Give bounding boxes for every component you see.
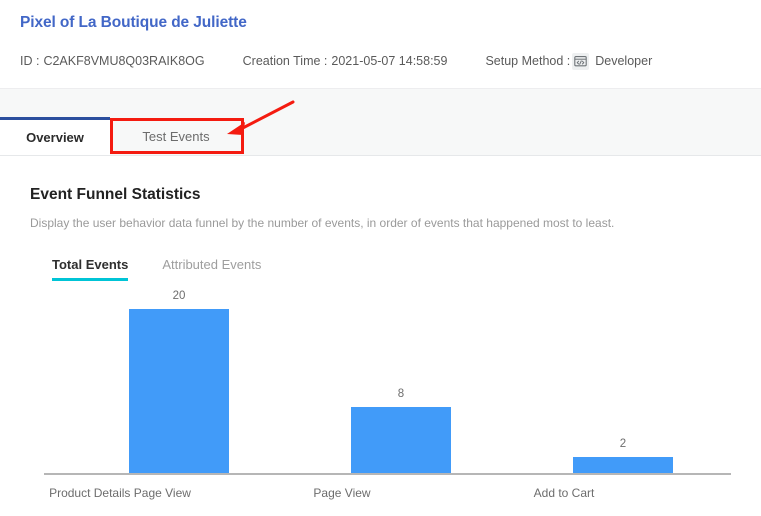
metadata-setup-method: Setup Method : Developer (485, 52, 652, 70)
bar-group-0: 20 (104, 290, 254, 473)
x-axis-label-0: Product Details Page View (49, 486, 191, 500)
tab-test-events[interactable]: Test Events (110, 117, 242, 155)
bar-2[interactable] (573, 457, 673, 473)
bar-0[interactable] (129, 309, 229, 473)
main-content: Event Funnel Statistics Display the user… (0, 157, 761, 516)
bar-1[interactable] (351, 407, 451, 473)
pixel-metadata-row: ID : C2AKF8VMU8Q03RAIK8OG Creation Time … (20, 52, 761, 70)
bar-value-1: 8 (397, 388, 405, 400)
metadata-creation-time: Creation Time : 2021-05-07 14:58:59 (243, 52, 448, 70)
metadata-setup-method-label: Setup Method : (485, 54, 571, 68)
metadata-creation-time-label: Creation Time : (242, 54, 328, 68)
chart-x-axis-line (44, 473, 731, 475)
metadata-id-label: ID : (20, 54, 40, 68)
metadata-setup-method-value: Developer (595, 54, 653, 68)
tab-bar: Overview Test Events (0, 88, 761, 156)
tab-overview[interactable]: Overview (0, 117, 110, 155)
metadata-creation-time-value: 2021-05-07 14:58:59 (331, 54, 448, 68)
code-icon (572, 52, 590, 70)
subtab-total-events[interactable]: Total Events (52, 257, 129, 281)
subtab-attributed-events[interactable]: Attributed Events (162, 257, 261, 281)
metadata-id-value: C2AKF8VMU8Q03RAIK8OG (43, 54, 205, 68)
bar-value-2: 2 (619, 438, 627, 450)
chart-subtabs: Total Events Attributed Events (30, 257, 731, 281)
bar-group-2: 2 (548, 291, 698, 473)
chart-plot-area: 20 8 2 (44, 290, 731, 473)
metadata-id: ID : C2AKF8VMU8Q03RAIK8OG (20, 52, 205, 70)
x-axis-label-1: Page View (313, 486, 371, 500)
page-header: Pixel of La Boutique de Juliette ID : C2… (0, 0, 761, 88)
tab-strip: Overview Test Events (0, 117, 242, 155)
section-description: Display the user behavior data funnel by… (30, 216, 615, 230)
section-title: Event Funnel Statistics (30, 186, 201, 203)
event-funnel-bar-chart: 20 8 2 Product Details Page View Page Vi… (30, 290, 731, 511)
page-title: Pixel of La Boutique de Juliette (20, 14, 247, 31)
pixel-detail-page: Pixel of La Boutique de Juliette ID : C2… (0, 0, 761, 516)
bar-value-0: 20 (172, 290, 186, 302)
bar-group-1: 8 (326, 291, 476, 473)
x-axis-label-2: Add to Cart (533, 486, 595, 500)
